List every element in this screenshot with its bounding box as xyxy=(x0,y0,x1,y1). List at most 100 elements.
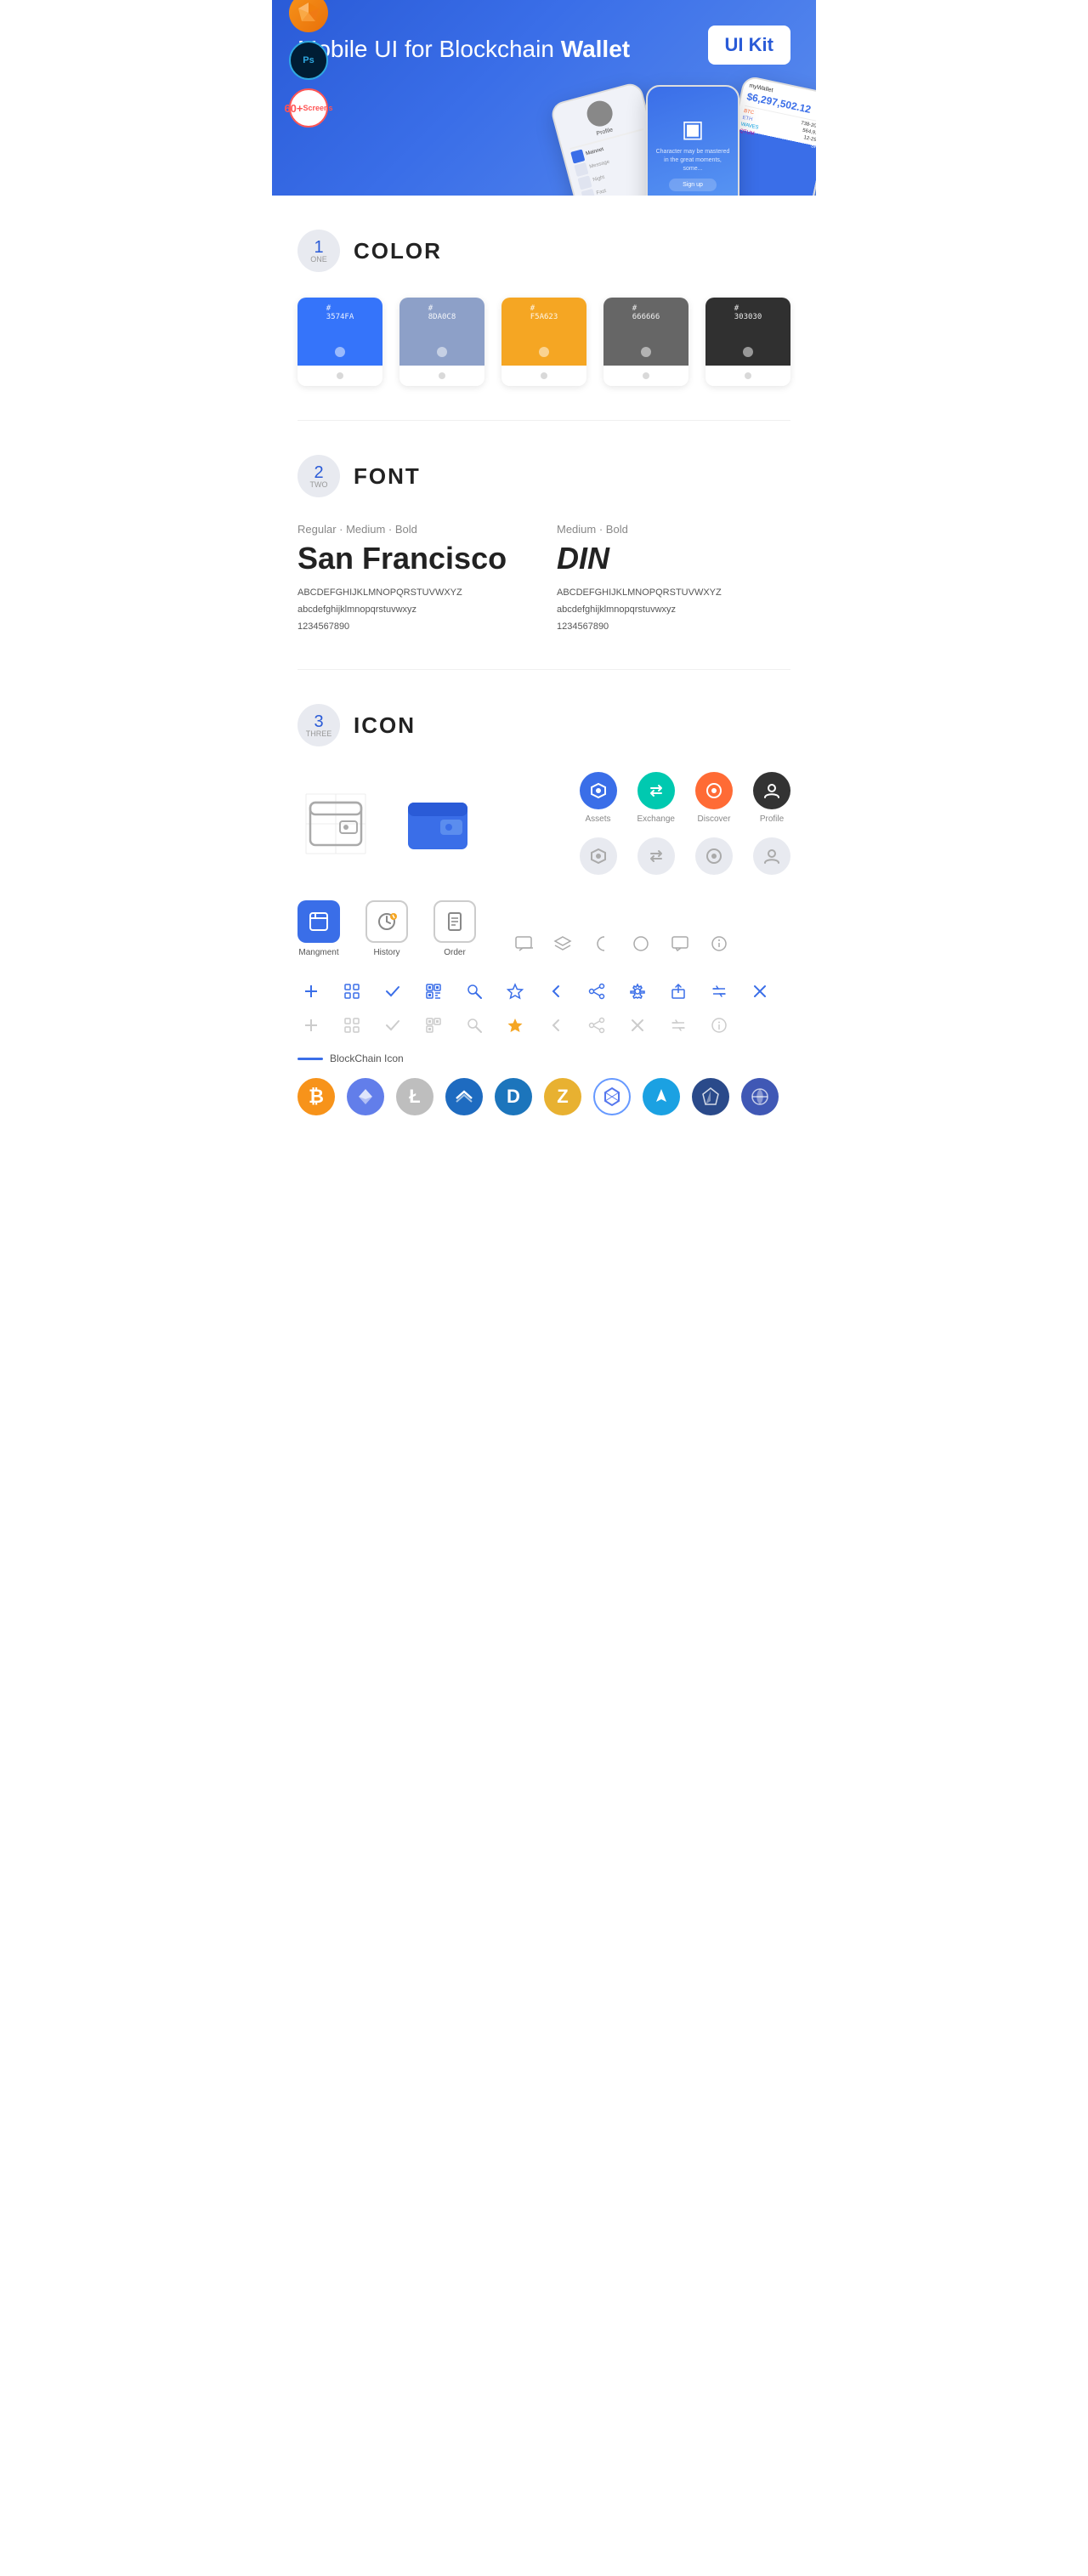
nav-icons-col1: Assets Exchange Discover xyxy=(580,772,790,875)
icon-section: 3 THREE ICON xyxy=(272,670,816,1149)
font-grid: Regular · Medium · Bold San Francisco AB… xyxy=(298,523,790,635)
qr-icon-gray xyxy=(420,1012,447,1039)
ps-badge: Ps xyxy=(289,41,328,80)
ethereum-icon xyxy=(347,1078,384,1115)
color-dot xyxy=(539,347,549,357)
font-sf-upper: ABCDEFGHIJKLMNOPQRSTUVWXYZ xyxy=(298,585,531,602)
blockchain-line xyxy=(298,1058,323,1060)
info-icon xyxy=(706,930,733,957)
sketch-badge xyxy=(289,0,328,32)
close-icon xyxy=(746,978,774,1005)
nav-icon-history: History xyxy=(366,900,408,957)
color-number-badge: 1 ONE xyxy=(298,230,340,272)
star-icon-active xyxy=(502,1012,529,1039)
ps-label: Ps xyxy=(303,55,314,65)
misc-icons-active-row xyxy=(298,978,790,1005)
search-icon xyxy=(461,978,488,1005)
screens-label: Screens xyxy=(303,105,333,112)
font-sf-lower: abcdefghijklmnopqrstuvwxyz xyxy=(298,602,531,619)
color-number: 1 xyxy=(314,239,323,256)
color-card-slate: #8DA0C8 xyxy=(400,298,484,386)
blockchain-text: BlockChain Icon xyxy=(330,1053,404,1064)
font-sf: Regular · Medium · Bold San Francisco AB… xyxy=(298,523,531,635)
grid-icon xyxy=(338,978,366,1005)
font-number-badge: 2 TWO xyxy=(298,455,340,497)
hero-badges: Ps 60+ Screens xyxy=(289,0,328,128)
nav-icon-profile: Profile xyxy=(753,772,790,824)
nav-icon-order: Order xyxy=(434,900,476,957)
discover-icon-gray xyxy=(695,837,733,875)
color-section-header: 1 ONE COLOR xyxy=(298,230,790,272)
crypto-icons-row: ₿ Ł D Z xyxy=(298,1078,790,1115)
assets-icon xyxy=(580,772,617,809)
nav-icons-row2 xyxy=(580,837,790,875)
share-icon xyxy=(583,978,610,1005)
font-sf-name: San Francisco xyxy=(298,541,531,576)
font-din-name: DIN xyxy=(557,541,790,576)
profile-icon xyxy=(753,772,790,809)
waves-icon xyxy=(445,1078,483,1115)
icon-number: 3 xyxy=(314,713,323,730)
discover-label: Discover xyxy=(698,814,731,824)
color-card-blue: #3574FA xyxy=(298,298,382,386)
profile-icon-gray xyxy=(753,837,790,875)
chevron-left-icon-gray xyxy=(542,1012,570,1039)
nav-icon-discover: Discover xyxy=(695,772,733,824)
export-icon xyxy=(665,978,692,1005)
plus-icon-gray xyxy=(298,1012,325,1039)
color-dot xyxy=(335,347,345,357)
x-icon-gray xyxy=(624,1012,651,1039)
font-number: 2 xyxy=(314,464,323,481)
screens-count: 60+ xyxy=(284,103,303,114)
check-icon-gray xyxy=(379,1012,406,1039)
exchange-icon xyxy=(638,772,675,809)
color-card-gray: #666666 xyxy=(604,298,688,386)
color-dot xyxy=(641,347,651,357)
exchange-label: Exchange xyxy=(638,814,675,824)
hero-title-bold: Wallet xyxy=(561,36,630,62)
color-word: ONE xyxy=(310,256,327,264)
phones-mockup: Profile Mainnet Message Night Fast xyxy=(552,77,816,196)
nav-icon-management: Mangment xyxy=(298,900,340,957)
font-din-upper: ABCDEFGHIJKLMNOPQRSTUVWXYZ xyxy=(557,585,790,602)
info-icon-gray xyxy=(706,1012,733,1039)
color-card-orange: #F5A623 xyxy=(502,298,586,386)
screens-badge: 60+ Screens xyxy=(289,88,328,128)
circle-icon xyxy=(627,930,654,957)
color-section: 1 ONE COLOR #3574FA #8DA0C8 #F5A623 xyxy=(272,196,816,420)
ardor-icon xyxy=(692,1078,729,1115)
color-card-dark: #303030 xyxy=(706,298,790,386)
font-din-style: Medium · Bold xyxy=(557,523,790,536)
icon-title: ICON xyxy=(354,712,416,739)
font-section-header: 2 TWO FONT xyxy=(298,455,790,497)
color-title: COLOR xyxy=(354,238,442,264)
font-title: FONT xyxy=(354,463,421,490)
management-label: Mangment xyxy=(298,948,338,957)
misc-icons-top xyxy=(510,930,733,957)
icon-wireframe-wallet xyxy=(298,786,374,862)
litecoin-icon: Ł xyxy=(396,1078,434,1115)
font-sf-style: Regular · Medium · Bold xyxy=(298,523,531,536)
plus-icon xyxy=(298,978,325,1005)
chat-icon xyxy=(666,930,694,957)
gear-icon xyxy=(624,978,651,1005)
phone-center: ▣ Character may be mastered in the great… xyxy=(646,85,740,196)
nav-icon-assets: Assets xyxy=(580,772,617,824)
color-swatch-slate: #8DA0C8 xyxy=(400,298,484,366)
color-dot xyxy=(743,347,753,357)
history-label: History xyxy=(373,948,400,957)
star-icon xyxy=(502,978,529,1005)
order-icon xyxy=(434,900,476,943)
message-icon xyxy=(510,930,537,957)
layers-icon xyxy=(549,930,576,957)
nav-icons-row1: Assets Exchange Discover xyxy=(580,772,790,824)
font-din-nums: 1234567890 xyxy=(557,619,790,636)
polymath-icon xyxy=(741,1078,779,1115)
share-icon-gray xyxy=(583,1012,610,1039)
icon-main-row: Assets Exchange Discover xyxy=(298,772,790,875)
color-swatch-blue: #3574FA xyxy=(298,298,382,366)
nav-icon-exchange: Exchange xyxy=(638,772,675,824)
color-swatch-orange: #F5A623 xyxy=(502,298,586,366)
grid-icon-gray xyxy=(338,1012,366,1039)
ui-kit-badge: UI Kit xyxy=(708,26,790,65)
